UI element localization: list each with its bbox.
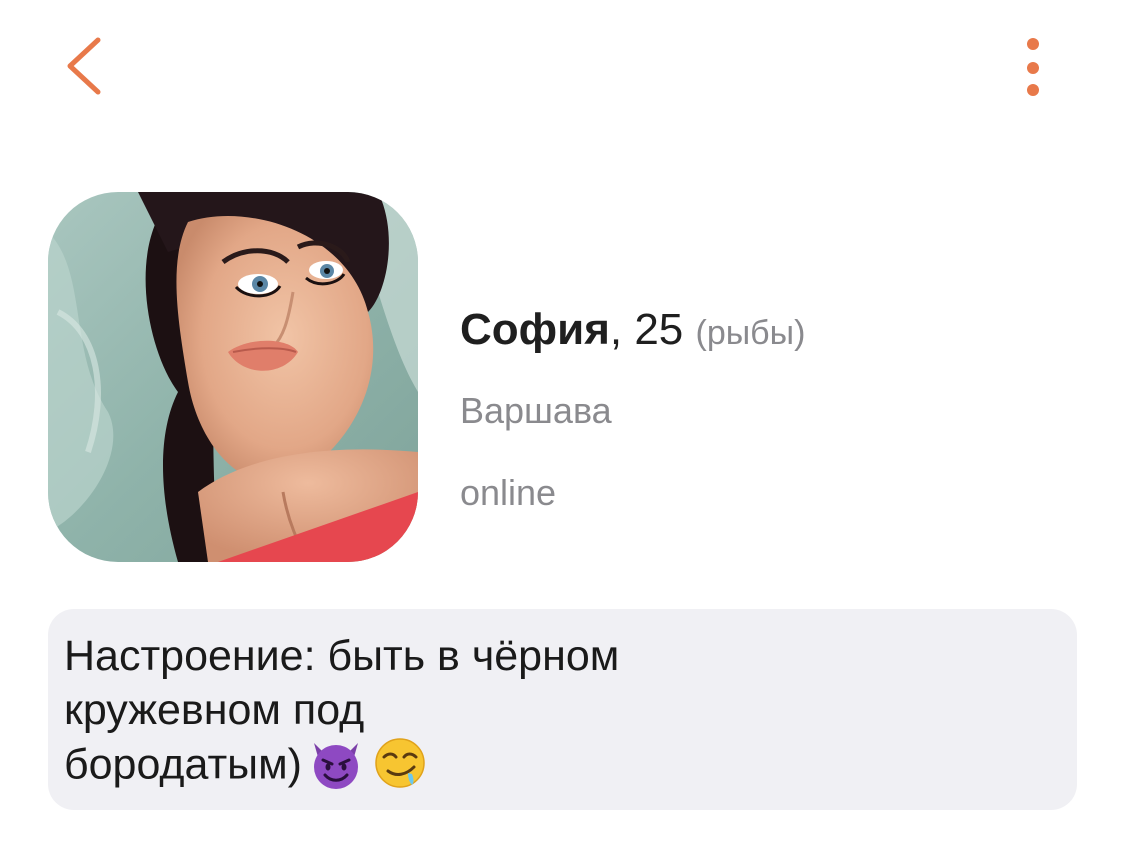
mood-status-box: Настроение: быть в чёрном кружевном под …	[48, 609, 1077, 810]
name-age-line: София, 25 (рыбы)	[460, 300, 805, 363]
smiling-devil-emoji	[306, 733, 366, 793]
drooling-face-emoji	[370, 733, 430, 793]
vertical-ellipsis-icon	[1027, 38, 1039, 96]
profile-city: Варшава	[460, 390, 612, 431]
avatar[interactable]	[48, 192, 418, 562]
profile-name: София	[460, 305, 610, 354]
chevron-left-icon	[67, 37, 101, 95]
online-status: online	[460, 472, 557, 513]
mood-line-2: кружевном под	[64, 686, 365, 734]
mood-text: Настроение: быть в чёрном кружевном под …	[64, 629, 764, 797]
mood-line-1: Настроение: быть в чёрном	[64, 632, 620, 680]
mood-line-3: бородатым)	[64, 737, 764, 797]
back-button[interactable]	[52, 22, 122, 112]
zodiac-sign: (рыбы)	[695, 314, 806, 352]
mood-line-3-text: бородатым)	[64, 740, 302, 789]
more-options-button[interactable]	[1006, 28, 1060, 108]
profile-info: София, 25 (рыбы)	[460, 300, 805, 363]
profile-age: , 25	[609, 305, 684, 354]
